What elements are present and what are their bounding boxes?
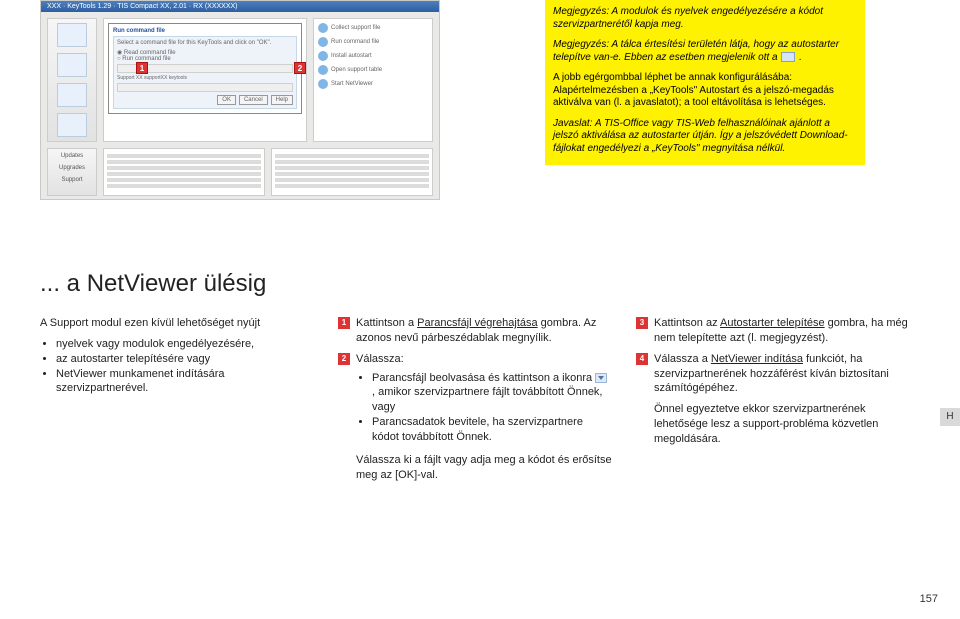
step-number-2: 2	[338, 353, 350, 365]
dropdown-icon	[595, 373, 607, 383]
dialog-instruction: Select a command file for this KeyTools …	[117, 40, 293, 46]
list-item: Parancsfájl beolvasása és kattintson a i…	[372, 371, 612, 416]
action-label: Start NetViewer	[331, 81, 373, 87]
action-label: Run command file	[331, 39, 379, 45]
ok-button[interactable]: OK	[217, 95, 236, 105]
note-text: Megjegyzés: A tálca értesítési területén…	[553, 39, 839, 63]
notes-block: Megjegyzés: A modulok és nyelvek engedél…	[545, 0, 865, 165]
action-item[interactable]: Run command file	[318, 37, 428, 47]
step-number-1: 1	[338, 317, 350, 329]
article: ... a NetViewer ülésig A Support modul e…	[40, 270, 910, 488]
note-paragraph: A jobb egérgombbal léphet be annak konfi…	[553, 72, 857, 110]
list-item: NetViewer munkamenet indítására szervizp…	[56, 367, 314, 397]
callout-1: 1	[136, 62, 148, 74]
action-icon	[318, 37, 328, 47]
column-1: A Support modul ezen kívül lehetőséget n…	[40, 316, 314, 488]
main-panel: Run command file Select a command file f…	[103, 18, 307, 142]
article-heading: ... a NetViewer ülésig	[40, 270, 910, 298]
info-list-left	[103, 148, 265, 196]
list-item: az autostarter telepítésére vagy	[56, 352, 314, 367]
app-sidebar	[47, 18, 97, 142]
action-label: Open support table	[331, 67, 382, 73]
action-item[interactable]: Start NetViewer	[318, 79, 428, 89]
step-text: , amikor szervizpartnere fájlt továbbíto…	[372, 386, 603, 413]
intro-text: A Support modul ezen kívül lehetőséget n…	[40, 316, 314, 331]
sidebar-icon[interactable]	[57, 53, 87, 77]
app-screenshot: XXX · KeyTools 1.29 · TIS Compact XX, 2.…	[40, 0, 440, 200]
nav-item[interactable]: Upgrades	[59, 165, 85, 171]
side-tab-h: H	[940, 408, 960, 426]
note-text: .	[799, 52, 802, 63]
note-paragraph: Javaslat: A TIS-Office vagy TIS-Web felh…	[553, 118, 857, 156]
action-item[interactable]: Open support table	[318, 65, 428, 75]
sidebar-icon[interactable]	[57, 83, 87, 107]
step-text: Kattintson a Parancsfájl végrehajtása go…	[356, 317, 596, 344]
sidebar-icon[interactable]	[57, 23, 87, 47]
step-number-4: 4	[636, 353, 648, 365]
action-icon	[318, 51, 328, 61]
dialog-header: Run command file	[113, 28, 297, 34]
action-item[interactable]: Install autostart	[318, 51, 428, 61]
nav-item[interactable]: Updates	[61, 153, 83, 159]
note-paragraph: Megjegyzés: A tálca értesítési területén…	[553, 39, 857, 64]
step-2: 2 Válassza: Parancsfájl beolvasása és ka…	[338, 352, 612, 483]
step-text: Parancsfájl beolvasása és kattintson a i…	[372, 372, 595, 384]
actions-panel: Collect support file Run command file In…	[313, 18, 433, 142]
action-icon	[318, 23, 328, 33]
column-2: 1 Kattintson a Parancsfájl végrehajtása …	[338, 316, 612, 488]
action-item[interactable]: Collect support file	[318, 23, 428, 33]
window-titlebar: XXX · KeyTools 1.29 · TIS Compact XX, 2.…	[41, 1, 439, 12]
list-item: Parancsadatok bevitele, ha szervizpartne…	[372, 415, 612, 445]
nav-item[interactable]: Support	[61, 177, 82, 183]
column-3: 3 Kattintson az Autostarter telepítése g…	[636, 316, 910, 488]
sidebar-icon[interactable]	[57, 113, 87, 137]
action-label: Collect support file	[331, 25, 380, 31]
cancel-button[interactable]: Cancel	[239, 95, 268, 105]
page-number: 157	[920, 593, 938, 605]
step-3: 3 Kattintson az Autostarter telepítése g…	[636, 316, 910, 346]
list-item: nyelvek vagy modulok engedélyezésére,	[56, 337, 314, 352]
step-4: 4 Válassza a NetViewer indítása funkciót…	[636, 352, 910, 447]
step-number-3: 3	[636, 317, 648, 329]
action-icon	[318, 65, 328, 75]
code-field[interactable]	[117, 83, 293, 92]
step-1: 1 Kattintson a Parancsfájl végrehajtása …	[338, 316, 612, 346]
step-text: Önnel egyeztetve ekkor szervizpartneréne…	[654, 402, 910, 447]
step-text: Válassza a NetViewer indítása funkciót, …	[654, 352, 910, 397]
action-label: Install autostart	[331, 53, 372, 59]
step-text: Kattintson az Autostarter telepítése gom…	[654, 317, 908, 344]
callout-2: 2	[294, 62, 306, 74]
step-tail: Válassza ki a fájlt vagy adja meg a kódo…	[356, 453, 612, 483]
note-paragraph: Megjegyzés: A modulok és nyelvek engedél…	[553, 6, 857, 31]
support-label: Support XX supportXX keytools	[117, 75, 293, 81]
action-icon	[318, 79, 328, 89]
help-button[interactable]: Help	[271, 95, 293, 105]
sidebar-lower: Updates Upgrades Support	[47, 148, 97, 196]
tray-icon	[781, 52, 795, 62]
info-list-right	[271, 148, 433, 196]
step-label: Válassza:	[356, 352, 612, 367]
